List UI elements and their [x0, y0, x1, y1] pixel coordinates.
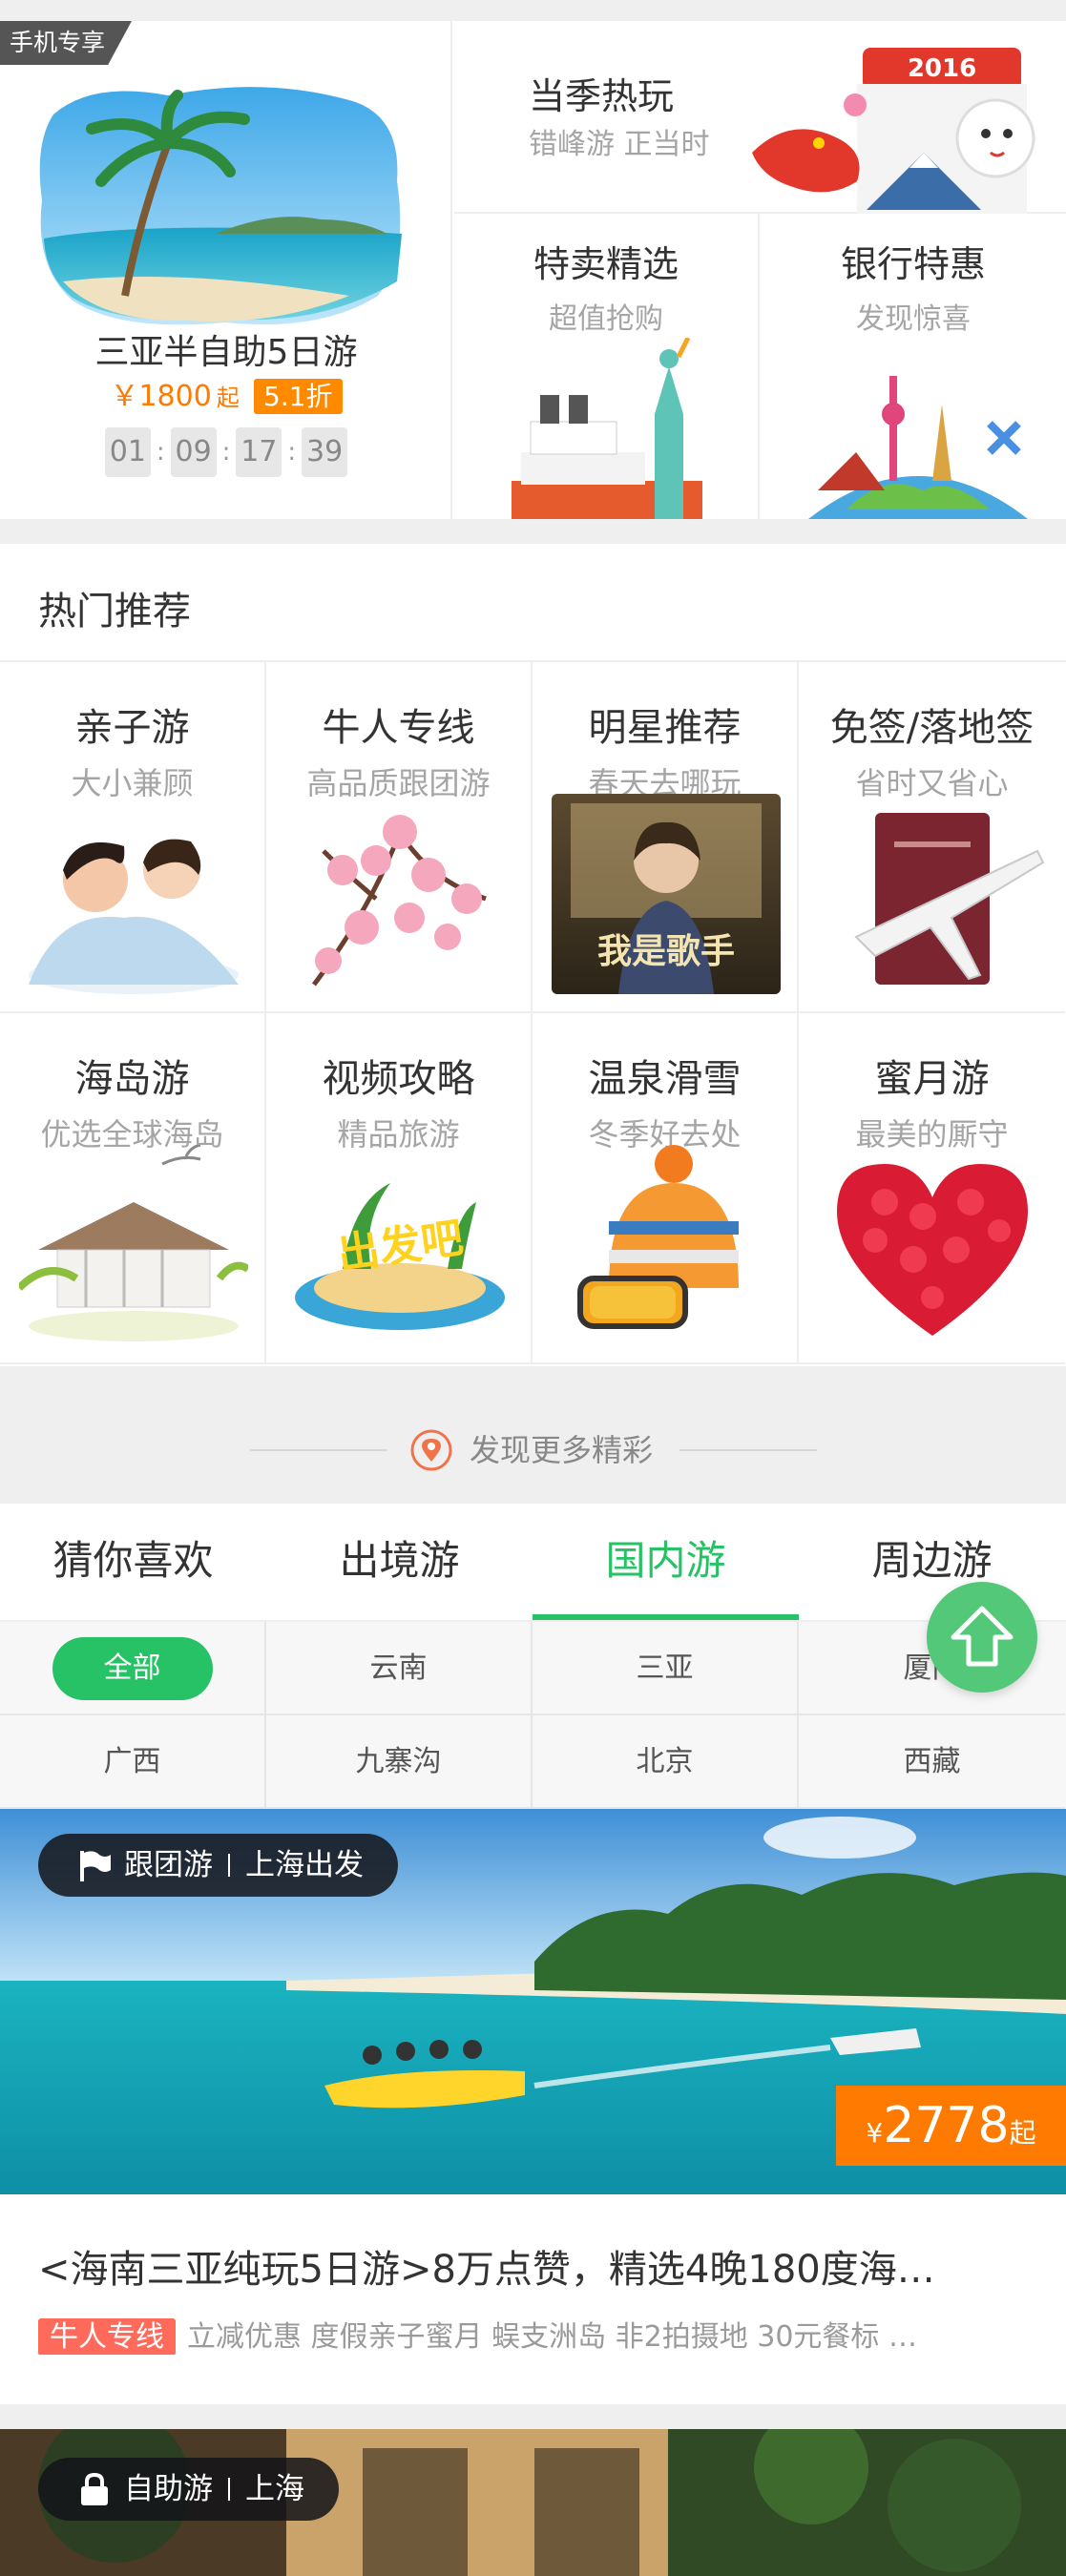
location-pin-icon [410, 1429, 452, 1471]
product-desc: 立减优惠 度假亲子蜜月 蜈支洲岛 非2拍摄地 30元餐标 … [187, 2320, 917, 2354]
passport-plane-icon [854, 813, 1045, 985]
hot-item-hotspring-ski[interactable]: 温泉滑雪 冬季好去处 [533, 1013, 799, 1364]
rose-heart-icon [837, 1164, 1028, 1336]
promo-section: 手机专享 三亚半自助5日游 ￥1800 起 5.1折 01 : 09 : 17 … [0, 21, 1066, 519]
countdown-seconds: 17 [236, 427, 282, 477]
arrow-up-icon [951, 1606, 1014, 1667]
filter-sanya[interactable]: 三亚 [533, 1622, 799, 1715]
price-symbol: ¥ [866, 2117, 884, 2149]
hot-item-visa-free[interactable]: 免签/落地签 省时又省心 [799, 662, 1065, 1013]
video-island-icon: 出发吧 [285, 1145, 514, 1345]
beach-image [39, 87, 402, 325]
filter-all[interactable]: 全部 [0, 1622, 266, 1715]
tab-guess-you-like[interactable]: 猜你喜欢 [0, 1504, 266, 1618]
discover-more[interactable]: 发现更多精彩 [0, 1366, 1066, 1504]
special-subtitle: 超值抢购 [549, 302, 663, 336]
flash-deal-card[interactable]: 手机专享 三亚半自助5日游 ￥1800 起 5.1折 01 : 09 : 17 … [0, 21, 452, 519]
hot-item-island[interactable]: 海岛游 优选全球海岛 [0, 1013, 266, 1364]
poster-text: 我是歌手 [596, 932, 735, 971]
year-badge: 2016 [907, 54, 977, 83]
hot-item-title: 海岛游 [74, 1057, 190, 1101]
bank-subtitle: 发现惊喜 [856, 302, 971, 336]
product-title: <海南三亚纯玩5日游>8万点赞，精选4晚180度海… [38, 2248, 935, 2292]
tag-separator [228, 2478, 230, 2501]
filter-tibet[interactable]: 西藏 [799, 1715, 1065, 1809]
hot-item-title: 亲子游 [74, 706, 190, 750]
product-price-badge: ¥2778起 [836, 2086, 1066, 2166]
product-tag: 跟团游 上海出发 [38, 1834, 398, 1897]
filter-jiuzhaigou[interactable]: 九寨沟 [266, 1715, 533, 1809]
product-tag-type: 跟团游 [124, 1848, 213, 1882]
season-hot-tile[interactable]: 当季热玩 错峰游 正当时 2016 [454, 21, 1066, 214]
cherry-blossom-icon [311, 815, 487, 987]
hot-heading: 热门推荐 [38, 590, 191, 634]
season-subtitle: 错峰游 正当时 [529, 128, 710, 161]
product-card[interactable]: 自助游 上海 [0, 2429, 1066, 2576]
destination-filters: 全部 云南 三亚 厦门 广西 九寨沟 北京 西藏 [0, 1622, 1066, 1809]
world-landmarks-illustration [808, 376, 1028, 519]
product-tag-type: 自助游 [124, 2472, 213, 2506]
tab-domestic[interactable]: 国内游 [533, 1504, 799, 1618]
filter-guangxi[interactable]: 广西 [0, 1715, 266, 1809]
hot-item-expert-route[interactable]: 牛人专线 高品质跟团游 [266, 662, 533, 1013]
product-tag-city: 上海 [245, 2472, 304, 2506]
hot-item-video-guide[interactable]: 视频攻略 精品旅游 出发吧 [266, 1013, 533, 1364]
hot-item-title: 温泉滑雪 [588, 1057, 742, 1101]
hot-item-title: 牛人专线 [322, 706, 475, 750]
discover-label: 发现更多精彩 [470, 1432, 654, 1468]
lock-icon [81, 2472, 108, 2505]
product-tag: 自助游 上海 [38, 2458, 339, 2521]
hot-item-family[interactable]: 亲子游 大小兼顾 [0, 662, 266, 1013]
bank-title: 银行特惠 [840, 243, 986, 285]
filter-yunnan[interactable]: 云南 [266, 1622, 533, 1715]
product-tag-city: 上海出发 [245, 1848, 364, 1882]
tab-outbound[interactable]: 出境游 [266, 1504, 533, 1618]
filter-all-pill: 全部 [52, 1637, 213, 1700]
product-badge: 牛人专线 [38, 2318, 176, 2355]
countdown-timer: 01 : 09 : 17 : 39 [0, 427, 452, 477]
colon: : [156, 438, 165, 467]
countdown-hours: 01 [104, 427, 151, 477]
special-title: 特卖精选 [533, 243, 679, 285]
hot-item-title: 视频攻略 [322, 1057, 475, 1101]
price-suffix: 起 [1009, 2117, 1036, 2149]
back-to-top-button[interactable] [927, 1582, 1037, 1693]
deal-price-suffix: 起 [216, 384, 240, 411]
deal-price-row: ￥1800 起 5.1折 [0, 372, 452, 414]
tag-separator [228, 1854, 230, 1877]
hot-section: 热门推荐 亲子游 大小兼顾 牛人专线 高品质跟团游 明星推荐 春天去哪玩 我是歌… [0, 544, 1066, 1366]
hot-grid: 亲子游 大小兼顾 牛人专线 高品质跟团游 明星推荐 春天去哪玩 我是歌手 免签/… [0, 662, 1066, 1366]
colon: : [221, 438, 231, 467]
family-photo-icon [29, 839, 239, 994]
filter-beijing[interactable]: 北京 [533, 1715, 799, 1809]
hot-item-title: 蜜月游 [874, 1057, 990, 1101]
divider-right [679, 1449, 817, 1451]
hot-item-title: 免签/落地签 [829, 706, 1035, 750]
countdown-minutes: 09 [170, 427, 217, 477]
category-tabs: 猜你喜欢 出境游 国内游 周边游 [0, 1504, 1066, 1622]
hot-item-title: 明星推荐 [588, 706, 742, 750]
mobile-exclusive-ribbon: 手机专享 [0, 21, 132, 65]
flag-icon [80, 1851, 111, 1881]
island-hut-icon [19, 1145, 248, 1341]
colon: : [287, 438, 297, 467]
cruise-statue-illustration [512, 338, 702, 519]
hot-item-honeymoon[interactable]: 蜜月游 最美的厮守 [799, 1013, 1065, 1364]
product-price: 2778 [883, 2097, 1010, 2154]
product-meta: 牛人专线 立减优惠 度假亲子蜜月 蜈支洲岛 非2拍摄地 30元餐标 … [38, 2313, 1031, 2355]
discount-badge: 5.1折 [254, 379, 343, 414]
ski-hat-icon [577, 1145, 739, 1329]
product-card[interactable]: 跟团游 上海出发 ¥2778起 <海南三亚纯玩5日游>8万点赞，精选4晚180度海… [0, 1809, 1066, 2404]
celebrity-poster-icon: 我是歌手 [552, 794, 781, 994]
countdown-ms: 39 [302, 427, 348, 477]
season-title: 当季热玩 [529, 75, 675, 117]
divider-left [250, 1449, 387, 1451]
special-sale-tile[interactable]: 特卖精选 超值抢购 [454, 214, 760, 519]
deal-price: ￥1800 [110, 380, 212, 413]
bank-offer-tile[interactable]: 银行特惠 发现惊喜 [761, 214, 1066, 519]
hot-item-celebrity[interactable]: 明星推荐 春天去哪玩 我是歌手 [533, 662, 799, 1013]
deal-title: 三亚半自助5日游 [94, 333, 358, 372]
